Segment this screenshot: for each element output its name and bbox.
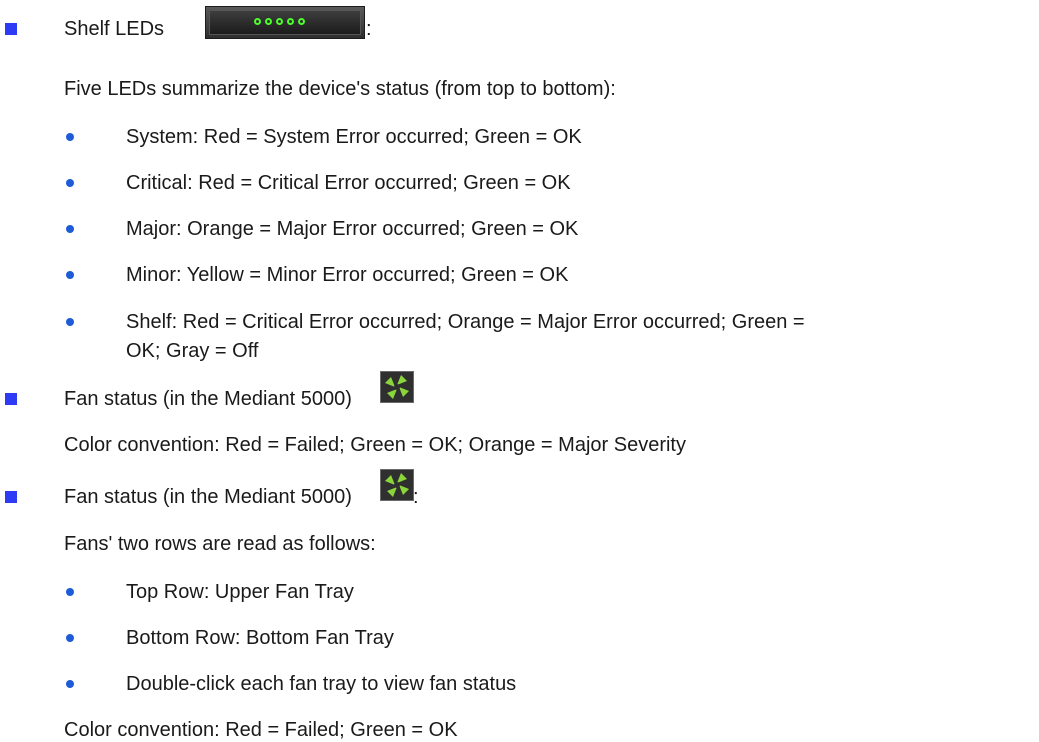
- fan-convention: Color convention: Red = Failed; Green = …: [64, 434, 686, 456]
- bullet-text: Major: Orange = Major Error occurred; Gr…: [126, 218, 579, 240]
- fan-status-icon: [380, 469, 414, 501]
- bullet-text: System: Red = System Error occurred; Gre…: [126, 126, 582, 148]
- shelf-leds-label: Shelf LEDs: [64, 18, 165, 40]
- square-bullet: [5, 393, 17, 405]
- bullet-text: Shelf: Red = Critical Error occurred; Or…: [126, 311, 805, 333]
- fan-intro: Fans' two rows are read as follows:: [64, 533, 376, 555]
- led-2: [265, 18, 272, 25]
- square-bullet: [5, 491, 17, 503]
- round-bullet: [66, 680, 74, 688]
- fan-convention: Color convention: Red = Failed; Green = …: [64, 719, 458, 741]
- led-1: [254, 18, 261, 25]
- bullet-text: Critical: Red = Critical Error occurred;…: [126, 172, 571, 194]
- round-bullet: [66, 588, 74, 596]
- bullet-text: Minor: Yellow = Minor Error occurred; Gr…: [126, 264, 569, 286]
- round-bullet: [66, 634, 74, 642]
- fan-status-label: Fan status (in the Mediant 5000): [64, 388, 352, 410]
- bullet-text: Bottom Row: Bottom Fan Tray: [126, 627, 394, 649]
- round-bullet: [66, 133, 74, 141]
- shelf-leds-intro: Five LEDs summarize the device's status …: [64, 78, 616, 100]
- fan-status-label: Fan status (in the Mediant 5000): [64, 486, 352, 508]
- led-4: [287, 18, 294, 25]
- round-bullet: [66, 271, 74, 279]
- round-bullet: [66, 318, 74, 326]
- bullet-text: Double-click each fan tray to view fan s…: [126, 673, 517, 695]
- round-bullet: [66, 225, 74, 233]
- fan-status-icon: [380, 371, 414, 403]
- round-bullet: [66, 179, 74, 187]
- bullet-text: Top Row: Upper Fan Tray: [126, 581, 354, 603]
- led-3: [276, 18, 283, 25]
- fan-status-colon: :: [413, 486, 419, 508]
- led-5: [298, 18, 305, 25]
- shelf-leds-colon: :: [366, 18, 372, 40]
- bullet-text-continuation: OK; Gray = Off: [126, 340, 259, 362]
- shelf-leds-icon: [205, 6, 365, 39]
- square-bullet: [5, 23, 17, 35]
